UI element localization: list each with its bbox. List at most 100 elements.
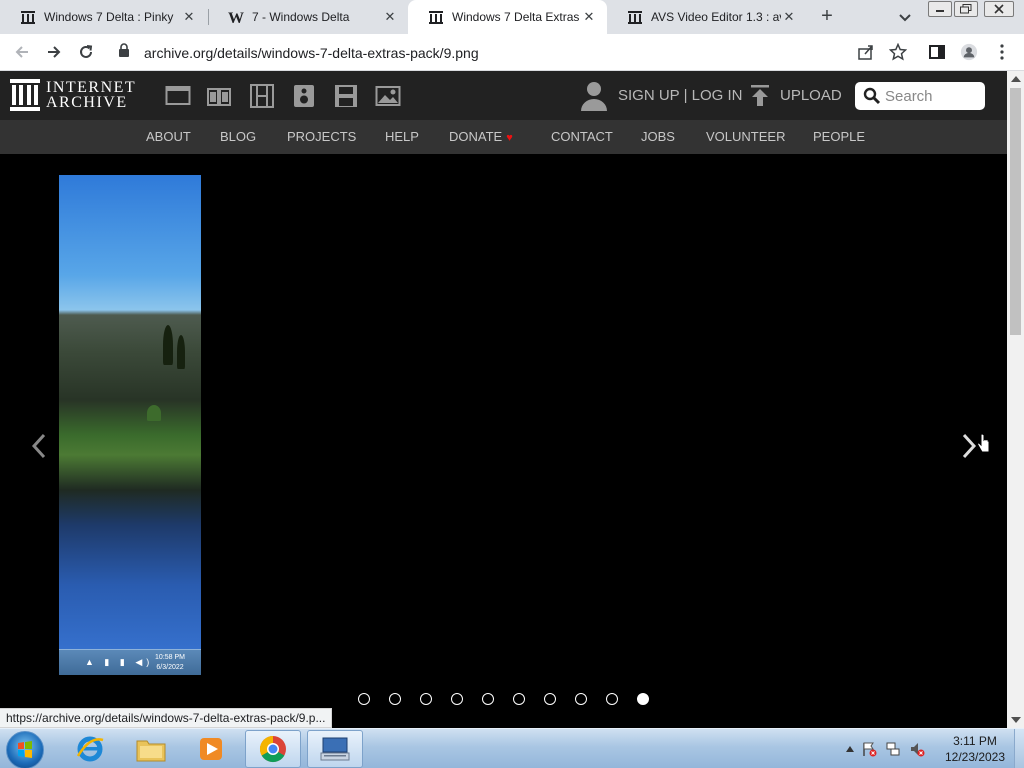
- ia-logo[interactable]: INTERNET ARCHIVE: [10, 79, 136, 111]
- image-tray-icons: ▲ ▮ ▮ ◀): [85, 657, 154, 667]
- browser-menu-icon[interactable]: [993, 43, 1011, 61]
- restore-button[interactable]: [954, 1, 978, 17]
- slide-dot[interactable]: [513, 693, 525, 705]
- previous-arrow-icon[interactable]: [30, 432, 48, 460]
- web-icon[interactable]: [165, 84, 191, 108]
- close-icon[interactable]: ✕: [581, 9, 597, 25]
- image-clock: 10:58 PM 6/3/2022: [155, 653, 185, 673]
- slide-dot[interactable]: [482, 693, 494, 705]
- slide-dot[interactable]: [451, 693, 463, 705]
- images-picture-icon[interactable]: [375, 84, 401, 108]
- archive-icon: [627, 9, 643, 25]
- heart-icon: ♥: [506, 132, 513, 144]
- nav-volunteer[interactable]: VOLUNTEER: [706, 129, 785, 144]
- slide-dot[interactable]: [606, 693, 618, 705]
- texts-book-icon[interactable]: [206, 84, 232, 108]
- ia-top-bar: INTERNET ARCHIVE SIGN UP | LOG IN UPLOAD…: [0, 71, 1007, 120]
- taskbar-clock[interactable]: 3:11 PM 12/23/2023: [940, 733, 1010, 765]
- internet-explorer-icon[interactable]: [62, 730, 118, 768]
- network-icon[interactable]: [881, 741, 905, 757]
- lock-icon: [118, 43, 132, 62]
- action-center-flag-icon[interactable]: [857, 741, 881, 757]
- file-explorer-icon[interactable]: [123, 730, 179, 768]
- tab-search-chevron-icon[interactable]: [896, 8, 914, 26]
- system-tray: [843, 741, 929, 757]
- forward-button[interactable]: [44, 42, 64, 62]
- close-icon[interactable]: ✕: [382, 9, 398, 25]
- bookmark-star-icon[interactable]: [889, 43, 907, 61]
- upload-link[interactable]: UPLOAD: [780, 87, 842, 104]
- tab-windows-7-delta-pinky[interactable]: Windows 7 Delta : Pinky ✕: [0, 0, 207, 34]
- keyboard-app-icon[interactable]: [307, 730, 363, 768]
- archive-icon: [428, 9, 444, 25]
- taskbar-date: 12/23/2023: [944, 750, 1006, 764]
- shrub-shape: [147, 405, 161, 421]
- nav-blog[interactable]: BLOG: [220, 129, 256, 144]
- screen: Windows 7 Delta : Pinky ✕ W 7 - Windows …: [0, 0, 1024, 768]
- share-icon[interactable]: [857, 43, 875, 61]
- user-avatar-icon[interactable]: [580, 81, 608, 111]
- scrollbar-thumb[interactable]: [1010, 88, 1021, 335]
- next-arrow-icon[interactable]: [960, 432, 978, 460]
- back-arrow-icon: [15, 46, 28, 58]
- wallpaper-image[interactable]: ▲ ▮ ▮ ◀) 10:58 PM 6/3/2022: [59, 175, 201, 675]
- tab-title: AVS Video Editor 1.3 : avs: [651, 10, 781, 24]
- show-desktop-button[interactable]: [1014, 729, 1024, 768]
- svg-text:W: W: [228, 10, 244, 25]
- browser-toolbar: archive.org/details/windows-7-delta-extr…: [0, 34, 1024, 71]
- nav-projects[interactable]: PROJECTS: [287, 129, 356, 144]
- nav-donate[interactable]: DONATE ♥: [449, 129, 513, 144]
- video-film-icon[interactable]: [249, 84, 275, 108]
- w-icon: W: [228, 9, 244, 25]
- back-button[interactable]: [12, 42, 32, 62]
- slide-dot-active[interactable]: [637, 693, 649, 705]
- address-bar[interactable]: archive.org/details/windows-7-delta-extr…: [108, 38, 848, 67]
- hand-cursor-icon: [977, 433, 991, 454]
- archive-building-icon: [10, 79, 40, 111]
- nav-jobs[interactable]: JOBS: [641, 129, 675, 144]
- search-input[interactable]: Search: [855, 82, 985, 110]
- slide-dot[interactable]: [420, 693, 432, 705]
- search-icon: [863, 87, 881, 105]
- profile-avatar-icon[interactable]: [960, 43, 978, 61]
- close-window-button[interactable]: [984, 1, 1014, 17]
- tab-avs-video-editor[interactable]: AVS Video Editor 1.3 : avs ✕: [607, 0, 807, 34]
- nav-people[interactable]: PEOPLE: [813, 129, 865, 144]
- close-icon[interactable]: ✕: [181, 9, 197, 25]
- nav-help[interactable]: HELP: [385, 129, 419, 144]
- tab-windows-7-delta-extras[interactable]: Windows 7 Delta Extras P ✕: [408, 0, 607, 34]
- nav-contact[interactable]: CONTACT: [551, 129, 613, 144]
- side-panel-icon[interactable]: [928, 43, 946, 61]
- image-clock-date: 6/3/2022: [156, 664, 184, 671]
- browser-tab-strip: Windows 7 Delta : Pinky ✕ W 7 - Windows …: [0, 0, 1024, 34]
- slide-dot[interactable]: [575, 693, 587, 705]
- slide-dot[interactable]: [389, 693, 401, 705]
- show-hidden-icons-icon[interactable]: [843, 745, 857, 753]
- scroll-down-icon[interactable]: [1011, 717, 1021, 723]
- upload-icon[interactable]: [750, 85, 770, 107]
- close-icon[interactable]: ✕: [781, 9, 797, 25]
- media-player-icon[interactable]: [183, 730, 239, 768]
- link-status-bar: https://archive.org/details/windows-7-de…: [0, 708, 333, 728]
- reload-button[interactable]: [76, 42, 96, 62]
- reload-icon: [80, 45, 93, 58]
- new-tab-button[interactable]: +: [816, 5, 838, 27]
- nav-about[interactable]: ABOUT: [146, 129, 191, 144]
- archive-icon: [20, 9, 36, 25]
- tab-7-windows-delta[interactable]: W 7 - Windows Delta ✕: [208, 0, 408, 34]
- tab-title: Windows 7 Delta : Pinky: [44, 10, 174, 24]
- chrome-icon[interactable]: [245, 730, 301, 768]
- logo-line-1: INTERNET: [46, 79, 137, 96]
- tree-shape: [163, 325, 173, 365]
- volume-muted-icon[interactable]: [905, 741, 929, 757]
- signup-login-link[interactable]: SIGN UP | LOG IN: [618, 87, 742, 104]
- audio-speaker-icon[interactable]: [291, 84, 317, 108]
- software-disk-icon[interactable]: [333, 84, 359, 108]
- start-button[interactable]: [6, 731, 44, 768]
- slide-dot[interactable]: [544, 693, 556, 705]
- minimize-button[interactable]: [928, 1, 952, 17]
- slide-dots: [358, 693, 668, 705]
- page-scrollbar[interactable]: [1007, 71, 1024, 728]
- slide-dot[interactable]: [358, 693, 370, 705]
- scroll-up-icon[interactable]: [1011, 76, 1021, 82]
